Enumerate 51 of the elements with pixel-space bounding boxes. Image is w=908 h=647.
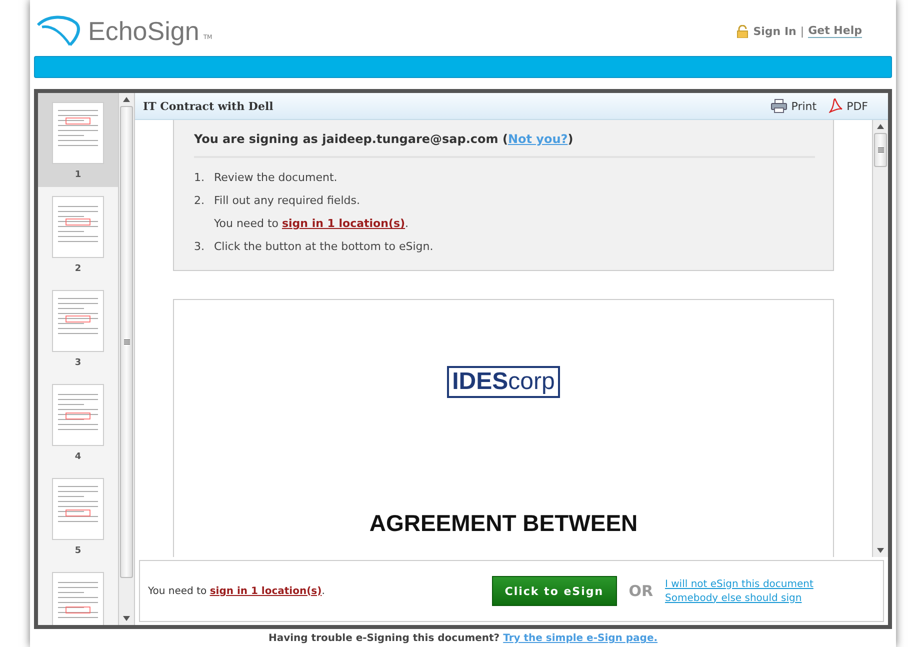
- scrollbar[interactable]: [872, 120, 888, 557]
- page-thumbnail[interactable]: 1: [38, 93, 118, 187]
- scrollbar[interactable]: [118, 93, 134, 625]
- pdf-icon: [828, 98, 843, 114]
- step-number: 3.: [194, 239, 206, 255]
- page-number: 2: [74, 264, 82, 274]
- separator: |: [800, 24, 804, 38]
- page-number: 1: [74, 170, 82, 180]
- scrollbar-thumb[interactable]: [874, 133, 887, 167]
- pdf-link[interactable]: PDF: [828, 98, 868, 114]
- help-link[interactable]: Get Help: [808, 24, 862, 38]
- page-preview-drawing: [52, 102, 104, 164]
- agreement-heading: AGREEMENT BETWEEN: [369, 510, 638, 538]
- scroll-down-icon[interactable]: [877, 548, 884, 553]
- grip-icon: [878, 147, 884, 153]
- page-number: 5: [74, 546, 82, 556]
- page-number: 3: [74, 358, 82, 368]
- page-preview-drawing: [52, 384, 104, 446]
- sign-in-link[interactable]: Sign In: [753, 24, 796, 38]
- scroll-up-icon[interactable]: [877, 124, 884, 129]
- page-preview-drawing: [52, 290, 104, 352]
- footer-text: Having trouble e-Signing this document?: [268, 633, 501, 644]
- step-number: 1.: [194, 170, 206, 186]
- step-text: Review the document.: [214, 170, 338, 186]
- company-logo: IDEScorp: [447, 366, 560, 398]
- step-number: 2.: [194, 193, 206, 209]
- page-preview-drawing: [52, 478, 104, 540]
- logo-text: EchoSign: [88, 16, 200, 46]
- lock-icon: [736, 24, 750, 38]
- page-thumbnail[interactable]: 4: [38, 375, 118, 469]
- signing-as-text: You are signing as jaideep.tungare@sap.com (Not you?): [194, 132, 815, 158]
- printer-icon: [771, 99, 788, 113]
- print-link[interactable]: Print: [771, 98, 817, 114]
- grip-icon: [124, 339, 130, 345]
- step-text: Fill out any required fields.: [214, 193, 360, 209]
- scroll-up-icon[interactable]: [123, 97, 130, 102]
- page-thumbnail[interactable]: 2: [38, 187, 118, 281]
- page-preview-drawing: [52, 196, 104, 258]
- scroll-down-icon[interactable]: [123, 616, 130, 621]
- page-thumbnail[interactable]: 3: [38, 281, 118, 375]
- esign-button[interactable]: Click to eSign: [492, 576, 617, 606]
- sign-note: You need to sign in 1 location(s).: [148, 586, 326, 596]
- or-label: OR: [628, 582, 653, 600]
- page-thumbnail[interactable]: 5: [38, 469, 118, 563]
- step-note: You need to sign in 1 location(s).: [213, 216, 410, 232]
- document-title: IT Contract with Dell: [143, 100, 274, 112]
- scrollbar-thumb[interactable]: [120, 106, 133, 578]
- sign-in-location-link[interactable]: sign in 1 location(s): [210, 586, 322, 596]
- step-text: Click the button at the bottom to eSign.: [214, 239, 434, 255]
- page-number: 4: [74, 452, 82, 462]
- sign-in-location-link[interactable]: sign in 1 location(s): [282, 217, 406, 230]
